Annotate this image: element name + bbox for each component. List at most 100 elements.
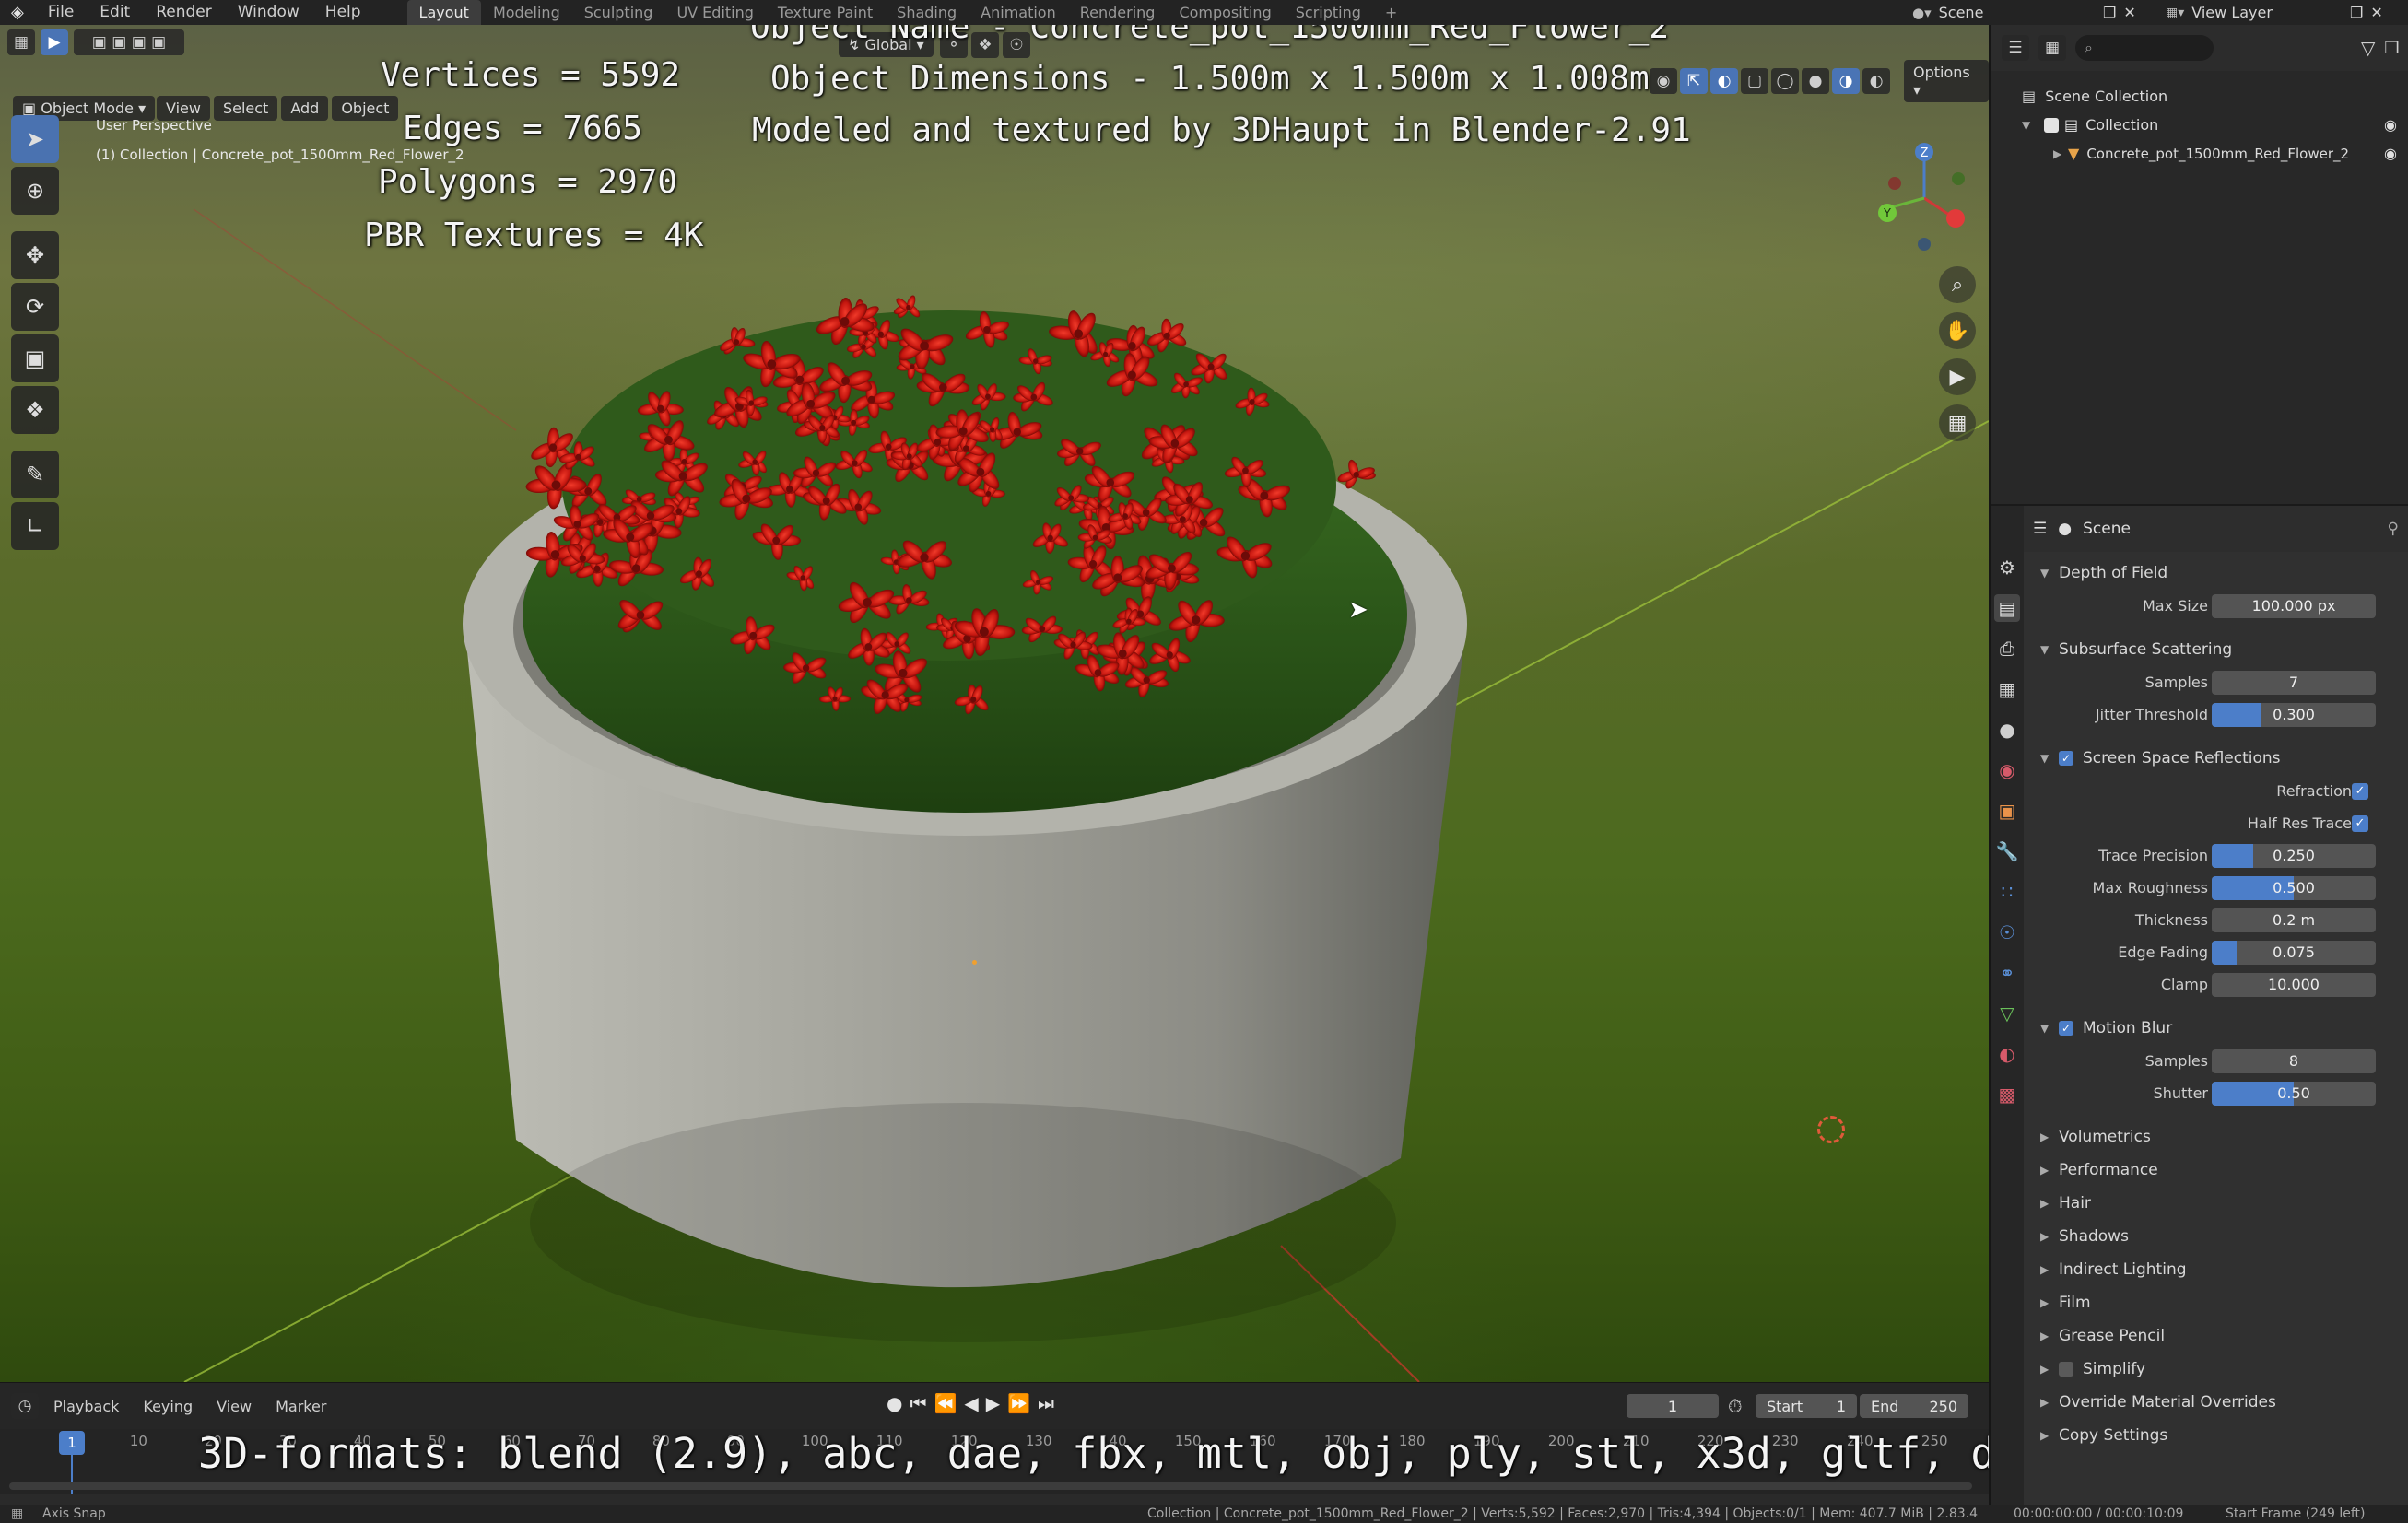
playhead[interactable]: 1: [59, 1431, 85, 1455]
view-layer-selector[interactable]: ▦▾ View Layer: [2166, 0, 2273, 25]
outliner-collection[interactable]: ▼ ▤ Collection ◉: [1991, 111, 2408, 139]
copy-scene-icon[interactable]: ❐: [2103, 4, 2116, 21]
edge-fading-slider[interactable]: 0.075: [2212, 940, 2376, 965]
menu-marker[interactable]: Marker: [266, 1398, 335, 1415]
menu-select[interactable]: Select: [213, 96, 278, 121]
constraints-tab-icon[interactable]: ⚭: [1994, 959, 2020, 987]
next-keyframe-icon[interactable]: ⏩: [1007, 1392, 1030, 1414]
menu-window[interactable]: Window: [225, 0, 312, 25]
zoom-icon[interactable]: ⌕: [1939, 266, 1976, 303]
clamp-field[interactable]: 10.000: [2212, 972, 2376, 997]
shutter-slider[interactable]: 0.50: [2212, 1081, 2376, 1106]
select-mode-icon[interactable]: ▣ ▣ ▣ ▣: [74, 29, 184, 55]
texture-tab-icon[interactable]: ▩: [1994, 1081, 2020, 1108]
outliner-scene-collection[interactable]: ▤ Scene Collection: [1991, 82, 2408, 111]
expand-object-icon[interactable]: ▶: [2053, 147, 2068, 160]
trace-precision-slider[interactable]: 0.250: [2212, 843, 2376, 868]
cursor-tool-icon[interactable]: ⊕: [11, 167, 59, 215]
panel-film[interactable]: ▶ Film: [2027, 1286, 2405, 1319]
tab-shading[interactable]: Shading: [885, 0, 969, 25]
data-tab-icon[interactable]: ▽: [1994, 1000, 2020, 1027]
camera-view-icon[interactable]: ▶: [1939, 358, 1976, 395]
modifier-tab-icon[interactable]: 🔧: [1994, 838, 2020, 865]
panel-volumetrics[interactable]: ▶ Volumetrics: [2027, 1120, 2405, 1154]
menu-help[interactable]: Help: [312, 0, 374, 25]
editor-type-icon[interactable]: ▦: [7, 29, 35, 55]
render-tab-icon[interactable]: ▤: [1994, 594, 2020, 622]
scale-tool-icon[interactable]: ▣: [11, 334, 59, 382]
outliner-editor-type-icon[interactable]: ☰: [2002, 35, 2029, 61]
panel-subsurface-scattering[interactable]: ▼ Subsurface Scattering: [2027, 633, 2405, 666]
tab-rendering[interactable]: Rendering: [1068, 0, 1168, 25]
stopwatch-icon[interactable]: ⏱: [1728, 1395, 1743, 1417]
panel-hair[interactable]: ▶ Hair: [2027, 1187, 2405, 1220]
ortho-toggle-icon[interactable]: ▦: [1939, 404, 1976, 441]
collection-checkbox[interactable]: [2044, 117, 2059, 133]
tab-modeling[interactable]: Modeling: [481, 0, 572, 25]
end-frame-field[interactable]: End 250: [1860, 1394, 1968, 1418]
tab-uv-editing[interactable]: UV Editing: [664, 0, 765, 25]
expand-collection-icon[interactable]: ▼: [2022, 119, 2038, 132]
panel-indirect-lighting[interactable]: ▶ Indirect Lighting: [2027, 1253, 2405, 1286]
panel-shadows[interactable]: ▶ Shadows: [2027, 1220, 2405, 1253]
gizmo-toggle-icon[interactable]: ⇱: [1680, 68, 1708, 94]
menu-playback[interactable]: Playback: [44, 1398, 128, 1415]
motion-blur-checkbox[interactable]: ✓: [2059, 1021, 2073, 1036]
display-mode-icon[interactable]: ▦: [2038, 35, 2066, 61]
scene-name[interactable]: Scene: [1939, 4, 1984, 21]
tab-texture-paint[interactable]: Texture Paint: [766, 0, 885, 25]
mb-samples-field[interactable]: 8: [2212, 1049, 2376, 1073]
start-frame-field[interactable]: Start 1: [1756, 1394, 1857, 1418]
filter-icon[interactable]: ▽: [2361, 37, 2375, 59]
pan-hand-icon[interactable]: ✋: [1939, 312, 1976, 349]
outliner-object[interactable]: ▶ ▼ Concrete_pot_1500mm_Red_Flower_2 ◉: [1991, 139, 2408, 168]
ssr-enable-checkbox[interactable]: ✓: [2059, 751, 2073, 766]
refraction-checkbox[interactable]: ✓: [2352, 782, 2368, 800]
delete-layer-icon[interactable]: ✕: [2370, 4, 2382, 21]
navigation-gizmo[interactable]: Z Y: [1871, 126, 1972, 264]
panel-screen-space-reflections[interactable]: ▼ ✓ Screen Space Reflections: [2027, 742, 2405, 775]
panel-grease-pencil[interactable]: ▶ Grease Pencil: [2027, 1319, 2405, 1353]
outliner-search-input[interactable]: ⌕: [2075, 35, 2214, 61]
menu-timeline-view[interactable]: View: [207, 1398, 261, 1415]
max-size-field[interactable]: 100.000 px: [2212, 593, 2376, 618]
transform-tool-icon[interactable]: ❖: [11, 386, 59, 434]
menu-render[interactable]: Render: [143, 0, 225, 25]
physics-tab-icon[interactable]: ☉: [1994, 919, 2020, 946]
world-tab-icon[interactable]: ◉: [1994, 756, 2020, 784]
wireframe-shading-icon[interactable]: ◯: [1771, 68, 1799, 94]
visibility-icon[interactable]: ◉: [1650, 68, 1677, 94]
select-tool-icon[interactable]: ➤: [11, 115, 59, 163]
scene-selector[interactable]: ●▾ Scene: [1912, 0, 1983, 25]
thickness-field[interactable]: 0.2 m: [2212, 908, 2376, 932]
menu-add[interactable]: Add: [281, 96, 329, 121]
3d-cursor-icon[interactable]: [1817, 1116, 1845, 1143]
panel-simplify[interactable]: ▶ Simplify: [2027, 1353, 2405, 1386]
panel-performance[interactable]: ▶ Performance: [2027, 1154, 2405, 1187]
eye-icon[interactable]: ◉: [2384, 145, 2397, 162]
delete-scene-icon[interactable]: ✕: [2123, 4, 2135, 21]
particles-tab-icon[interactable]: ∷: [1994, 878, 2020, 906]
properties-editor-type-icon[interactable]: ☰: [2033, 520, 2047, 538]
output-tab-icon[interactable]: ⎙: [1994, 635, 2020, 662]
half-res-checkbox[interactable]: ✓: [2352, 814, 2368, 832]
play-reverse-icon[interactable]: ◀: [964, 1392, 978, 1414]
tab-sculpting[interactable]: Sculpting: [572, 0, 665, 25]
panel-material-overrides[interactable]: ▶ Override Material Overrides: [2027, 1386, 2405, 1419]
eye-icon[interactable]: ◉: [2384, 116, 2397, 134]
view-layer-name[interactable]: View Layer: [2191, 4, 2273, 21]
rotate-tool-icon[interactable]: ⟳: [11, 283, 59, 331]
view-layer-tab-icon[interactable]: ▦: [1994, 675, 2020, 703]
new-collection-icon[interactable]: ❐: [2384, 39, 2399, 58]
menu-edit[interactable]: Edit: [87, 0, 143, 25]
material-shading-icon[interactable]: ◑: [1832, 68, 1860, 94]
blender-logo-icon[interactable]: ◈: [0, 3, 35, 22]
annotate-tool-icon[interactable]: ✎: [11, 451, 59, 498]
sss-samples-field[interactable]: 7: [2212, 670, 2376, 695]
panel-depth-of-field[interactable]: ▼ Depth of Field: [2027, 556, 2405, 590]
panel-copy-settings[interactable]: ▶ Copy Settings: [2027, 1419, 2405, 1452]
move-tool-icon[interactable]: ✥: [11, 231, 59, 279]
jitter-slider[interactable]: 0.300: [2212, 702, 2376, 727]
tab-layout[interactable]: Layout: [406, 0, 481, 25]
jump-end-icon[interactable]: ⏭: [1038, 1392, 1054, 1414]
